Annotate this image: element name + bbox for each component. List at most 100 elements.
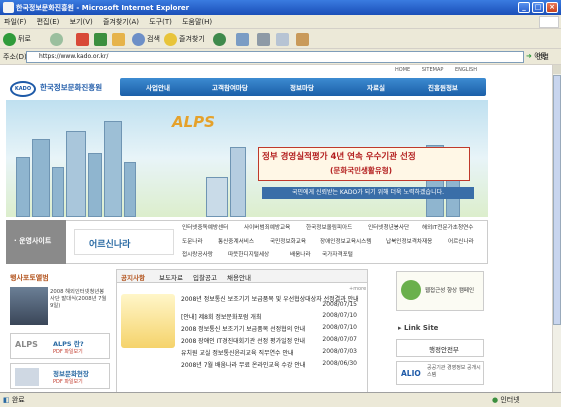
menu-view[interactable]: 보기(V) [70,18,93,26]
building-shape [52,167,64,217]
site-link[interactable]: 해외IT전문가초청연수 [422,223,473,231]
close-button[interactable]: × [546,2,558,13]
mail-button[interactable] [236,32,251,46]
refresh-button[interactable] [94,32,109,46]
tab-recruit[interactable]: 채용안내 [227,272,251,282]
scroll-thumb[interactable] [553,75,561,325]
zone-text: ● 인터넷 [492,396,520,404]
alps-mini-logo: ALPS [15,340,38,349]
vertical-scrollbar[interactable] [552,65,561,392]
mail-icon [236,32,249,46]
sitemap-link[interactable]: SITEMAP [422,67,444,73]
news-item[interactable]: [안내] 제8회 정보문화포럼 개최 2008/07/10 [181,312,357,321]
menu-help[interactable]: 도움말(H) [182,18,212,26]
scroll-up-button[interactable] [553,65,561,74]
history-icon [213,32,226,46]
site-link[interactable]: 사이버범죄예방교육 [244,223,290,231]
site-link[interactable]: 인터넷중독예방센터 [182,223,228,231]
history-button[interactable] [213,32,228,46]
site-links: 인터넷중독예방센터 사이버범죄예방교육 한국정보올림피아드 인터넷청년봉사단 해… [180,221,485,263]
ministry-link[interactable]: 행정안전부 [396,339,484,357]
alps-info-title: ALPS 란? [53,340,84,348]
links-button[interactable]: 연결 [536,52,549,62]
nav-customer[interactable]: 고객참여마당 [212,82,248,92]
forward-button[interactable] [50,32,65,46]
menu-bar: 파일(F) 편집(E) 보기(V) 즐겨찾기(A) 도구(T) 도움말(H) [0,15,561,29]
web-page: HOME SITEMAP ENGLISH KADO 한국정보문화진흥원 사업안내… [0,65,552,392]
site-link[interactable]: 도문나라 [182,237,203,245]
elder-site-banner[interactable]: 어르신나라 [74,229,174,255]
menu-favorites[interactable]: 즐겨찾기(A) [103,18,139,26]
address-label: 주소(D) [3,53,27,61]
edit-button[interactable] [276,32,291,46]
nav-library[interactable]: 자료실 [367,82,385,92]
home-icon [112,32,125,46]
nav-info[interactable]: 정보마당 [290,82,314,92]
building-shape [104,121,122,217]
site-link[interactable]: 배움나라 [290,250,311,258]
home-button[interactable] [112,32,127,46]
menu-edit[interactable]: 편집(E) [37,18,60,26]
building-shape [124,162,136,217]
alps-pdf-link[interactable]: PDF 파일보기 [53,348,83,355]
building-shape [66,131,86,217]
globe-icon: ● [492,396,499,404]
tab-bid[interactable]: 입찰공고 [193,272,217,282]
favorites-button[interactable]: 즐겨찾기 [164,32,205,46]
site-link[interactable]: 접시랑공사랑 [182,250,213,258]
alio-link[interactable]: ALIO 공공기관 경영정보 공개시스템 [396,361,484,385]
building-shape [206,177,228,217]
home-link[interactable]: HOME [395,67,410,73]
site-link[interactable]: 장애인정보교육시스템 [320,237,371,245]
site-link[interactable]: 한국정보올림피아드 [306,223,352,231]
nav-about[interactable]: 진흥원정보 [428,82,458,92]
campaign-banner[interactable]: 웹접근성 향상 캠페인 [396,271,484,311]
ie-icon [3,2,14,13]
site-link[interactable]: 국가자격포털 [322,250,353,258]
stop-icon [76,32,89,46]
address-input[interactable]: https://www.kado.or.kr/ [26,51,524,63]
news-item[interactable]: 2008 정보통신 보조기기 보급품목 선정협의 안내 2008/07/10 [181,324,357,333]
page-icon: ◧ [3,396,10,404]
nav-business[interactable]: 사업안내 [146,82,170,92]
building-shape [16,157,30,217]
site-link[interactable]: 어르신나라 [448,237,474,245]
site-link[interactable]: 납북인정보격차재응 [386,237,432,245]
site-link[interactable]: 따뜻한디지털세상 [228,250,269,258]
maximize-button[interactable]: □ [532,2,544,13]
messenger-button[interactable] [296,32,311,46]
site-link[interactable]: 통신중계서비스 [218,237,254,245]
more-link[interactable]: +more [349,286,366,292]
minimize-button[interactable]: _ [518,2,530,13]
window-title: 한국정보문화진흥원 - Microsoft Internet Explorer [16,4,190,12]
print-icon [257,32,270,46]
news-item[interactable]: 2008년 7월 배움나라 무료 온라인교육 수강 안내 2008/06/30 [181,360,357,369]
stop-button[interactable] [76,32,91,46]
photo-album-title[interactable]: 행사포토앨범 [10,273,49,283]
address-bar: 주소(D) https://www.kado.or.kr/ ➜ 이동 연결 [0,49,561,65]
photo-caption[interactable]: 2008 해외인터넷청년봉사단 발대식(2008년 7월 9일) [50,289,108,310]
menu-tools[interactable]: 도구(T) [149,18,172,26]
tab-notice[interactable]: 공지사항 [121,272,145,282]
event-photo[interactable] [10,287,48,325]
english-link[interactable]: ENGLISH [455,67,477,73]
site-link[interactable]: 국민정보화교육 [270,237,306,245]
site-logo[interactable]: KADO 한국정보문화진흥원 [10,79,120,99]
alps-info-box[interactable]: ALPS ALPS 란? PDF 파일보기 [10,333,110,359]
refresh-icon [94,32,107,46]
back-button[interactable]: 뒤로 [3,32,31,46]
sites-label: · 운영사이트 [6,220,66,264]
campaign-text: 웹접근성 향상 캠페인 [425,288,475,294]
news-item[interactable]: 유치원 교실 정보통신윤리교육 직무연수 안내 2008/07/03 [181,348,357,357]
search-button[interactable]: 검색 [132,32,160,46]
site-link[interactable]: 인터넷청년봉사단 [368,223,409,231]
culture-scene-box[interactable]: 정보문화현장 PDF 파일보기 [10,363,110,389]
culture-pdf-link[interactable]: PDF 파일보기 [53,378,83,385]
menu-file[interactable]: 파일(F) [4,18,26,26]
edit-icon [276,32,289,46]
status-bar: ◧ 완료 ● 인터넷 [0,392,561,407]
print-button[interactable] [257,32,272,46]
tab-press[interactable]: 보도자료 [159,272,183,282]
star-icon [164,32,177,46]
news-item[interactable]: 2008 장애인 IT경진대회기관 선정 평가일정 안내 2008/07/07 [181,336,357,345]
